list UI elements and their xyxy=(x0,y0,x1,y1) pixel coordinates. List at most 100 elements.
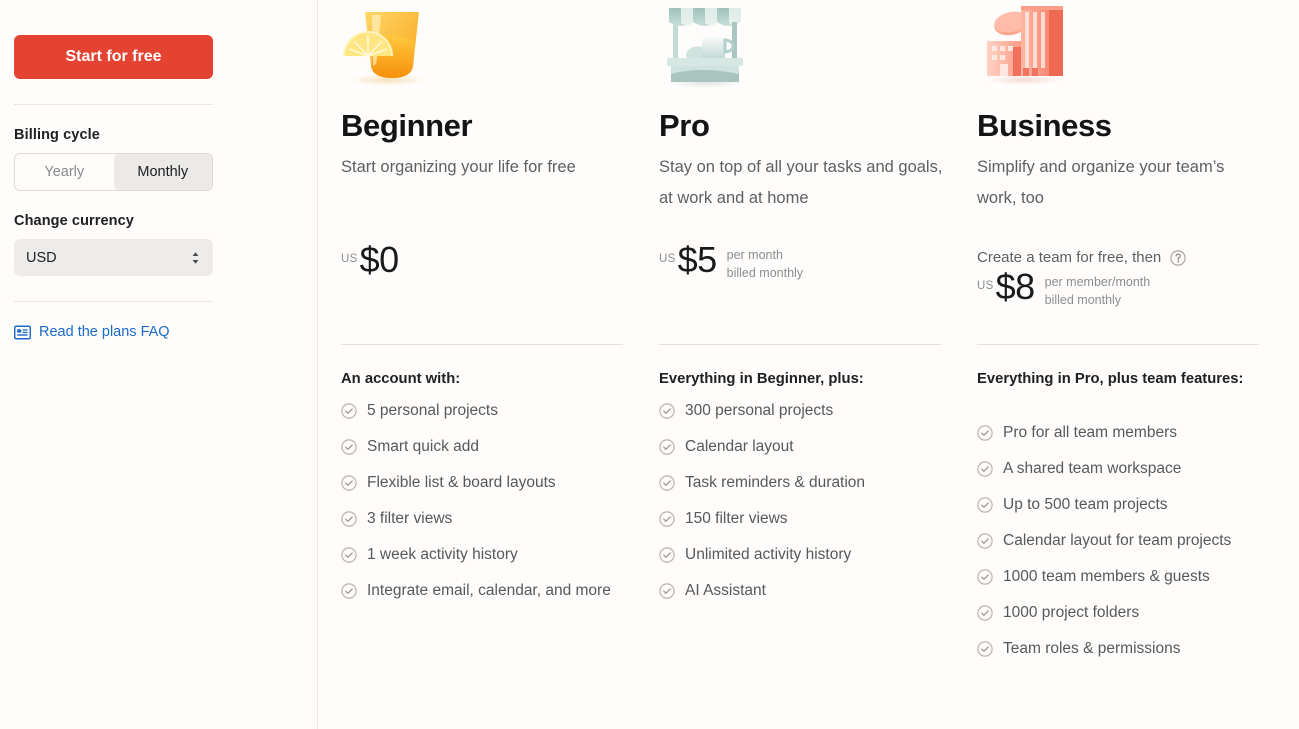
feature-item: Task reminders & duration xyxy=(659,472,963,495)
plan-tagline: Stay on top of all your tasks and goals,… xyxy=(659,157,943,208)
plan-name: Business xyxy=(977,108,1112,143)
help-circle-icon[interactable] xyxy=(1170,249,1186,266)
feature-label: 150 filter views xyxy=(685,509,788,527)
plan-price: US $0 xyxy=(341,239,637,280)
price-pretext: Create a team for free, then xyxy=(977,249,1273,266)
check-circle-icon xyxy=(977,566,993,585)
features-list: 300 personal projects Calendar layout Ta… xyxy=(659,400,963,616)
billing-cycle-toggle[interactable]: Yearly Monthly xyxy=(14,153,213,191)
check-circle-icon xyxy=(977,494,993,513)
feature-item: Up to 500 team projects xyxy=(977,494,1281,517)
features-list: 5 personal projects Smart quick add Flex… xyxy=(341,400,645,616)
feature-item: 5 personal projects xyxy=(341,400,645,423)
feature-item: 3 filter views xyxy=(341,508,645,531)
check-circle-icon xyxy=(341,400,357,419)
check-circle-icon xyxy=(977,602,993,621)
features-heading: Everything in Beginner, plus: xyxy=(659,371,864,387)
price-amount: $8 xyxy=(995,266,1036,307)
currency-prefix: US xyxy=(659,253,676,265)
divider xyxy=(659,344,941,345)
article-icon xyxy=(14,324,31,340)
plan-card-business: Business Simplify and organize your team… xyxy=(977,0,1295,729)
feature-label: 300 personal projects xyxy=(685,402,834,419)
price-row: US $5 per month billed monthly xyxy=(659,239,955,282)
plan-tagline: Start organizing your life for free xyxy=(341,157,576,176)
check-circle-icon xyxy=(659,544,675,563)
feature-item: Unlimited activity history xyxy=(659,544,963,567)
feature-label: 3 filter views xyxy=(367,509,453,527)
check-circle-icon xyxy=(341,508,357,527)
currency-select[interactable]: USD xyxy=(14,239,213,276)
currency-prefix: US xyxy=(977,280,994,292)
feature-label: Calendar layout xyxy=(685,437,794,455)
chevron-updown-icon xyxy=(190,250,201,266)
billing-option-monthly[interactable]: Monthly xyxy=(113,154,212,190)
price-period: per member/month billed monthly xyxy=(1045,270,1151,309)
price-row: US $0 xyxy=(341,239,637,280)
features-heading: Everything in Pro, plus team features: xyxy=(977,371,1244,387)
price-period-line2: billed monthly xyxy=(1044,293,1122,308)
feature-item: AI Assistant xyxy=(659,580,963,603)
check-circle-icon xyxy=(341,436,357,455)
plan-card-beginner: Beginner Start organizing your life for … xyxy=(341,0,659,729)
check-circle-icon xyxy=(977,638,993,657)
check-circle-icon xyxy=(341,544,357,563)
check-circle-icon xyxy=(341,472,357,491)
check-circle-icon xyxy=(977,458,993,477)
feature-label: 1000 project folders xyxy=(1003,603,1140,621)
features-list: Pro for all team members A shared team w… xyxy=(977,422,1281,674)
plan-price: US $5 per month billed monthly xyxy=(659,239,955,282)
feature-label: Calendar layout for team projects xyxy=(1003,531,1232,549)
feature-item: Calendar layout xyxy=(659,436,963,459)
feature-label: 1000 team members & guests xyxy=(1003,567,1210,585)
city-buildings-icon xyxy=(977,0,1273,88)
feature-item: Team roles & permissions xyxy=(977,638,1281,661)
check-circle-icon xyxy=(977,422,993,441)
feature-label: Unlimited activity history xyxy=(685,545,852,563)
start-for-free-button[interactable]: Start for free xyxy=(14,35,213,79)
plan-price: Create a team for free, then US $8 per m… xyxy=(977,249,1273,309)
feature-label: Smart quick add xyxy=(367,437,479,455)
plan-tagline: Simplify and organize your team’s work, … xyxy=(977,157,1225,208)
check-circle-icon xyxy=(659,400,675,419)
price-period-line2: billed monthly xyxy=(726,266,804,281)
price-period-line1: per month xyxy=(726,248,783,262)
billing-option-yearly[interactable]: Yearly xyxy=(15,154,114,190)
feature-item: Calendar layout for team projects xyxy=(977,530,1281,553)
feature-item: A shared team workspace xyxy=(977,458,1281,481)
plan-columns: Beginner Start organizing your life for … xyxy=(318,0,1299,729)
divider xyxy=(977,344,1259,345)
features-heading: An account with: xyxy=(341,371,461,387)
feature-label: Task reminders & duration xyxy=(685,473,866,491)
price-amount: $5 xyxy=(677,239,718,280)
check-circle-icon xyxy=(977,530,993,549)
feature-item: 150 filter views xyxy=(659,508,963,531)
read-plans-faq-link[interactable]: Read the plans FAQ xyxy=(14,324,170,340)
orange-juice-glass-icon xyxy=(341,0,637,88)
currency-prefix: US xyxy=(341,253,358,265)
price-period-line1: per member/month xyxy=(1044,275,1151,289)
feature-item: 1000 team members & guests xyxy=(977,566,1281,589)
feature-item: Integrate email, calendar, and more xyxy=(341,580,645,603)
currency-select-value: USD xyxy=(26,249,57,266)
feature-label: Integrate email, calendar, and more xyxy=(367,581,611,599)
pricing-page: Start for free Billing cycle Yearly Mont… xyxy=(0,0,1299,729)
feature-label: AI Assistant xyxy=(685,581,766,599)
feature-item: 300 personal projects xyxy=(659,400,963,423)
check-circle-icon xyxy=(341,580,357,599)
pricing-sidebar: Start for free Billing cycle Yearly Mont… xyxy=(0,0,318,729)
price-row: US $8 per member/month billed monthly xyxy=(977,266,1273,309)
check-circle-icon xyxy=(659,472,675,491)
feature-label: 1 week activity history xyxy=(367,545,518,563)
price-amount: $0 xyxy=(359,239,400,280)
plan-name: Beginner xyxy=(341,108,473,143)
check-circle-icon xyxy=(659,580,675,599)
plan-card-pro: Pro Stay on top of all your tasks and go… xyxy=(659,0,977,729)
divider xyxy=(14,104,213,105)
divider xyxy=(14,301,213,302)
lemonade-stand-icon xyxy=(659,0,955,88)
billing-cycle-label: Billing cycle xyxy=(14,127,100,143)
feature-item: Flexible list & board layouts xyxy=(341,472,645,495)
feature-item: 1000 project folders xyxy=(977,602,1281,625)
feature-label: Team roles & permissions xyxy=(1003,639,1181,657)
